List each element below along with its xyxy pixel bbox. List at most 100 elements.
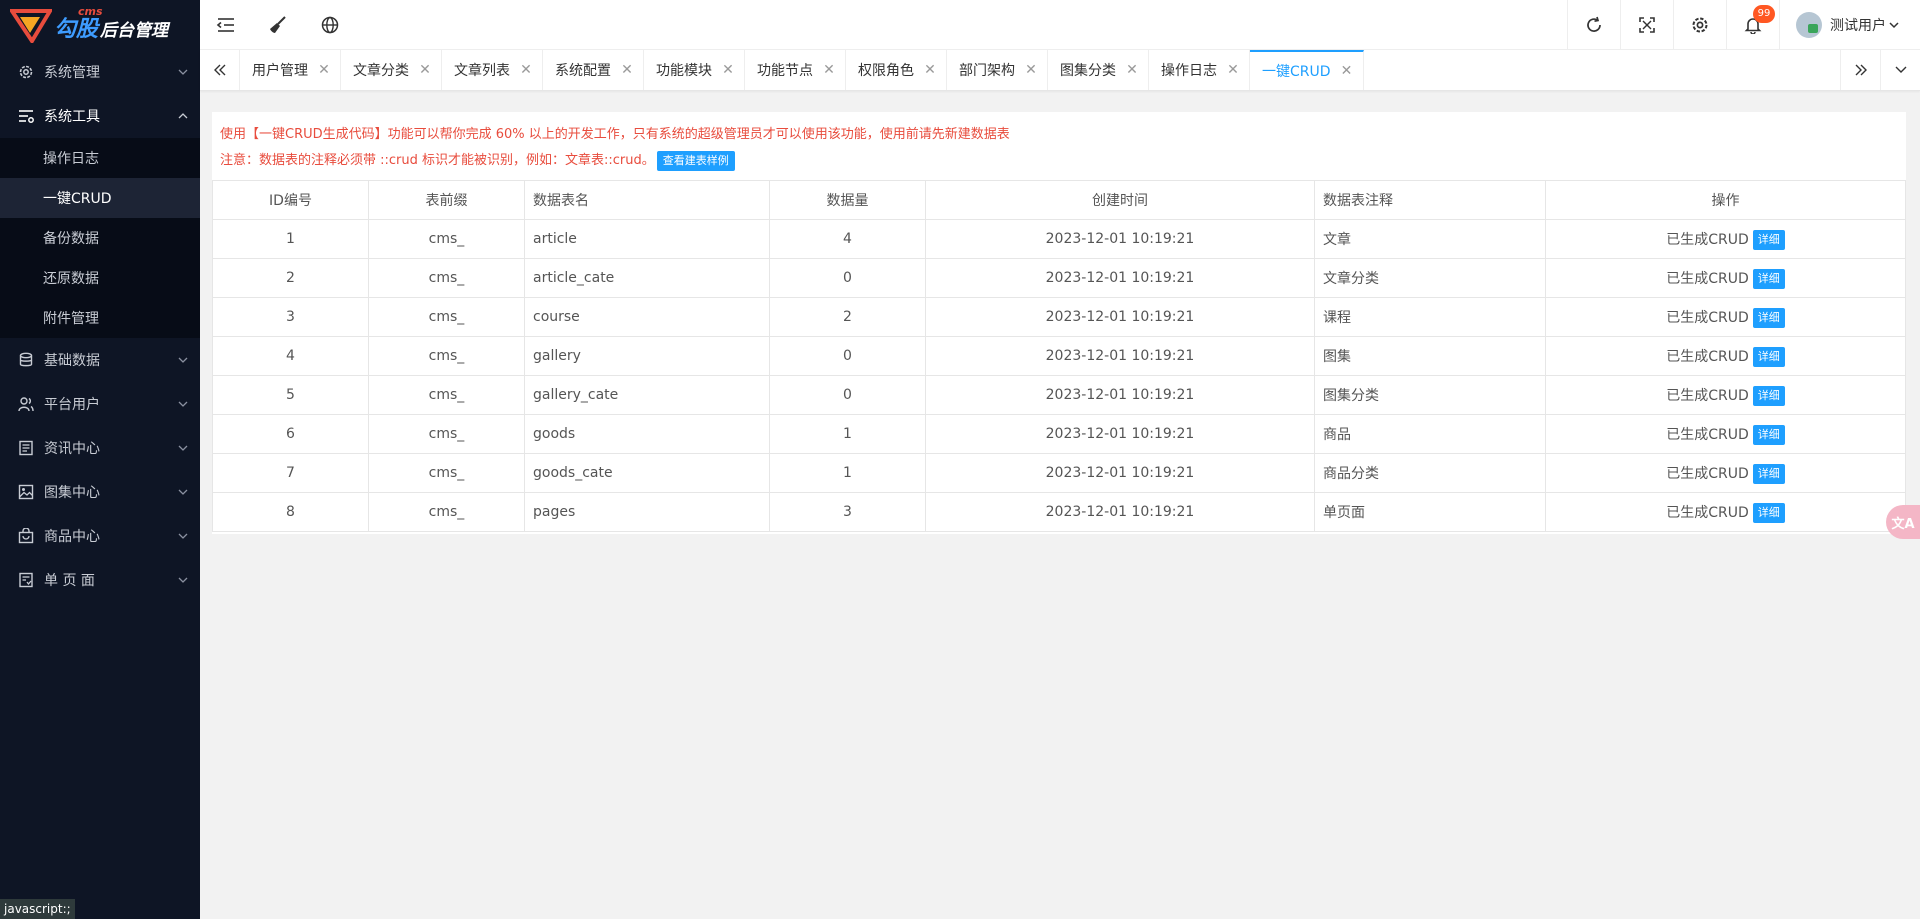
cell-prefix: cms_	[368, 297, 525, 337]
sidebar-item-single-page[interactable]: 单 页 面	[0, 558, 200, 602]
chevron-down-icon	[178, 357, 188, 363]
view-sample-button[interactable]: 查看建表样例	[656, 150, 735, 171]
detail-button[interactable]: 详细	[1752, 424, 1785, 445]
tab-article-list[interactable]: 文章列表 ✕	[442, 50, 543, 90]
tab-label: 用户管理	[252, 63, 308, 79]
sidebar-subitem-backup[interactable]: 备份数据	[0, 218, 200, 258]
sidebar-subitem-crud[interactable]: 一键CRUD	[0, 178, 200, 218]
crud-panel: 使用【一键CRUD生成代码】功能可以帮你完成 60% 以上的开发工作，只有系统的…	[212, 112, 1906, 534]
cell-count: 0	[769, 375, 926, 415]
close-icon[interactable]: ✕	[1025, 62, 1037, 78]
table-row: 1 cms_ article 4 2023-12-01 10:19:21 文章 已生成CRU…	[212, 219, 1906, 259]
crud-status: 已生成CRUD	[1666, 504, 1749, 521]
cell-comment: 商品	[1314, 414, 1546, 454]
logo[interactable]: cms 勾股 后台管理	[0, 0, 200, 50]
tab-article-category[interactable]: 文章分类 ✕	[341, 50, 442, 90]
sidebar-subitem-attachments[interactable]: 附件管理	[0, 298, 200, 338]
tab-options-button[interactable]	[1880, 50, 1920, 90]
detail-button[interactable]: 详细	[1752, 268, 1785, 289]
close-icon[interactable]: ✕	[419, 62, 431, 78]
tab-department[interactable]: 部门架构 ✕	[947, 50, 1048, 90]
sidebar-item-label: 单 页 面	[44, 573, 95, 589]
notification-badge: 99	[1753, 5, 1775, 23]
cell-prefix: cms_	[368, 492, 525, 532]
sidebar-item-label: 基础数据	[44, 353, 100, 369]
chevron-down-icon	[178, 577, 188, 583]
close-icon[interactable]: ✕	[1341, 63, 1353, 79]
detail-button[interactable]: 详细	[1752, 346, 1785, 367]
tab-gallery-category[interactable]: 图集分类 ✕	[1048, 50, 1149, 90]
sidebar-item-system-management[interactable]: 系统管理	[0, 50, 200, 94]
top-header: 99 测试用户	[200, 0, 1920, 50]
cell-table-name: pages	[524, 492, 770, 532]
cell-table-name: gallery	[524, 336, 770, 376]
tab-scroll-left-button[interactable]	[200, 50, 240, 90]
cell-prefix: cms_	[368, 336, 525, 376]
cell-actions: 已生成CRUD 详细	[1545, 336, 1906, 376]
cell-id: 4	[212, 336, 369, 376]
close-icon[interactable]: ✕	[924, 62, 936, 78]
chevron-down-icon	[178, 489, 188, 495]
cell-created: 2023-12-01 10:19:21	[925, 414, 1315, 454]
translate-tool-icon[interactable]: 文A	[1886, 505, 1920, 539]
cell-actions: 已生成CRUD 详细	[1545, 453, 1906, 493]
cell-prefix: cms_	[368, 375, 525, 415]
detail-button[interactable]: 详细	[1752, 502, 1785, 523]
col-header-id: ID编号	[212, 180, 369, 220]
tab-system-config[interactable]: 系统配置 ✕	[543, 50, 644, 90]
refresh-button[interactable]	[1567, 0, 1620, 50]
close-icon[interactable]: ✕	[621, 62, 633, 78]
website-button[interactable]	[304, 0, 356, 50]
close-icon[interactable]: ✕	[1227, 62, 1239, 78]
close-icon[interactable]: ✕	[318, 62, 330, 78]
close-icon[interactable]: ✕	[722, 62, 734, 78]
col-header-actions: 操作	[1545, 180, 1906, 220]
close-icon[interactable]: ✕	[1126, 62, 1138, 78]
cell-created: 2023-12-01 10:19:21	[925, 492, 1315, 532]
tab-permission-role[interactable]: 权限角色 ✕	[846, 50, 947, 90]
user-menu[interactable]: 测试用户	[1779, 0, 1920, 50]
brush-icon	[270, 16, 286, 33]
close-icon[interactable]: ✕	[823, 62, 835, 78]
sidebar-subitem-operation-log[interactable]: 操作日志	[0, 138, 200, 178]
notice-line-2: 注意：数据表的注释必须带 ::crud 标识才能被识别，例如：文章表::crud…	[220, 148, 1898, 174]
tab-operation-log[interactable]: 操作日志 ✕	[1149, 50, 1250, 90]
sidebar-item-goods-center[interactable]: 商品中心	[0, 514, 200, 558]
notifications-button[interactable]: 99	[1726, 0, 1779, 50]
settings-button[interactable]	[1673, 0, 1726, 50]
crud-status: 已生成CRUD	[1666, 387, 1749, 404]
settings-icon	[1692, 17, 1708, 33]
crud-status: 已生成CRUD	[1666, 465, 1749, 482]
detail-button[interactable]: 详细	[1752, 385, 1785, 406]
tab-function-node[interactable]: 功能节点 ✕	[745, 50, 846, 90]
tab-function-module[interactable]: 功能模块 ✕	[644, 50, 745, 90]
tab-crud[interactable]: 一键CRUD ✕	[1250, 50, 1364, 90]
sidebar-item-basic-data[interactable]: 基础数据	[0, 338, 200, 382]
detail-button[interactable]: 详细	[1752, 229, 1785, 250]
cell-count: 3	[769, 492, 926, 532]
sidebar-item-platform-users[interactable]: 平台用户	[0, 382, 200, 426]
cell-comment: 图集	[1314, 336, 1546, 376]
sidebar-item-system-tools[interactable]: 系统工具	[0, 94, 200, 138]
sidebar-item-gallery-center[interactable]: 图集中心	[0, 470, 200, 514]
cell-actions: 已生成CRUD 详细	[1545, 297, 1906, 337]
collapse-sidebar-button[interactable]	[200, 0, 252, 50]
detail-button[interactable]: 详细	[1752, 463, 1785, 484]
close-icon[interactable]: ✕	[520, 62, 532, 78]
sidebar-subitem-restore[interactable]: 还原数据	[0, 258, 200, 298]
sidebar-item-news-center[interactable]: 资讯中心	[0, 426, 200, 470]
col-header-table-name: 数据表名	[524, 180, 770, 220]
tab-user-management[interactable]: 用户管理 ✕	[240, 50, 341, 90]
clear-cache-button[interactable]	[252, 0, 304, 50]
double-chevron-right-icon	[1855, 64, 1867, 76]
detail-button[interactable]: 详细	[1752, 307, 1785, 328]
cell-actions: 已生成CRUD 详细	[1545, 258, 1906, 298]
cell-created: 2023-12-01 10:19:21	[925, 258, 1315, 298]
cell-comment: 商品分类	[1314, 453, 1546, 493]
menu-fold-icon	[216, 18, 234, 32]
cell-id: 1	[212, 219, 369, 259]
tab-scroll-right-button[interactable]	[1840, 50, 1880, 90]
fullscreen-button[interactable]	[1620, 0, 1673, 50]
cell-id: 2	[212, 258, 369, 298]
notice-line-1: 使用【一键CRUD生成代码】功能可以帮你完成 60% 以上的开发工作，只有系统的…	[220, 127, 1010, 142]
